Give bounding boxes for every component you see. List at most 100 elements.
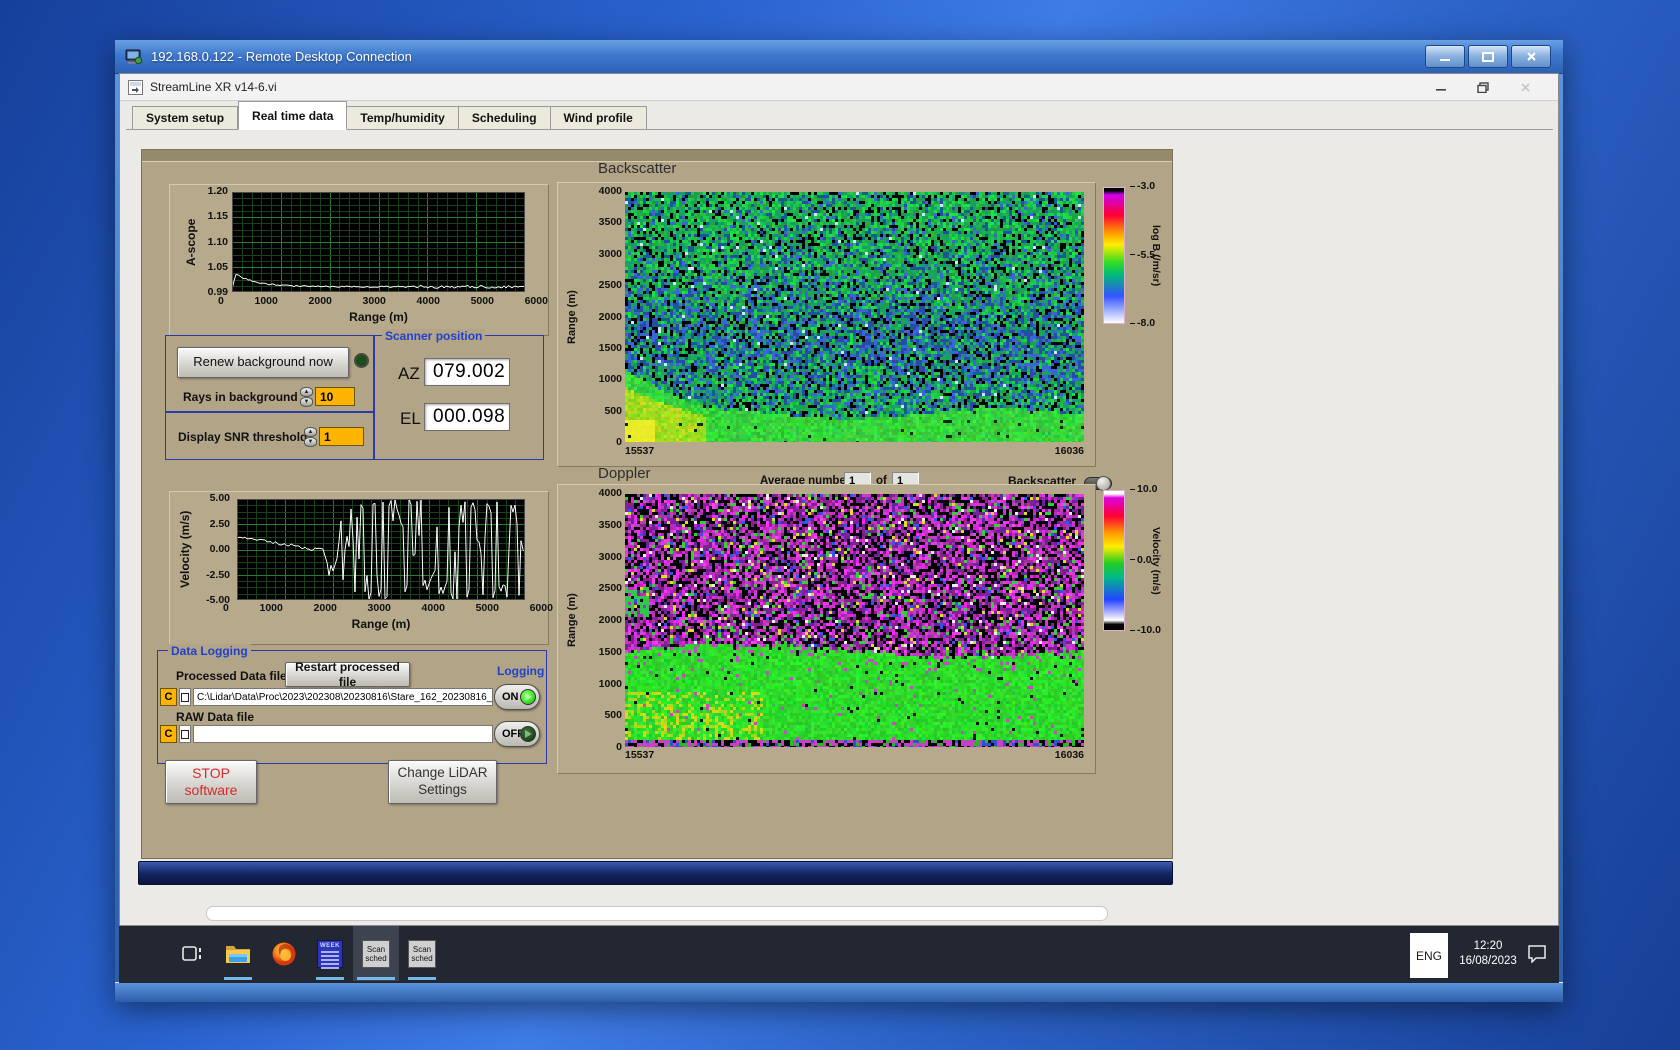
ascope-x-axis-label: Range (m)	[349, 310, 408, 324]
raw-path-browse-button[interactable]	[179, 725, 191, 743]
renew-background-button[interactable]: Renew background now	[177, 347, 349, 378]
processed-data-file-label: Processed Data file	[176, 669, 287, 683]
labview-vi-icon	[128, 79, 143, 95]
app-window-title: StreamLine XR v14-6.vi	[150, 80, 277, 94]
tick-label: 0	[218, 295, 224, 307]
scan-scheduler-2-icon: Scan sched	[408, 939, 436, 968]
stop-software-button[interactable]: STOP software	[165, 760, 257, 804]
velocity-y-ticks: 5.00 2.50 0.00 -2.50 -5.00	[192, 493, 230, 606]
task-view-button[interactable]	[169, 926, 215, 981]
language-indicator[interactable]: ENG	[1410, 933, 1448, 978]
processed-path-type-button[interactable]: C	[160, 688, 177, 706]
app-titlebar[interactable]: StreamLine XR v14-6.vi	[120, 74, 1558, 101]
raw-path-type-button[interactable]: C	[160, 725, 177, 743]
stop-label-line1: STOP	[192, 764, 230, 781]
tick-label: 0	[223, 602, 229, 614]
snr-value-field[interactable]: 1	[319, 427, 364, 446]
tick-label: 1.20	[207, 185, 228, 197]
backscatter-section-title: Backscatter	[598, 160, 677, 177]
running-indicator	[408, 977, 436, 980]
week-schedule-button[interactable]: WEEK	[307, 926, 353, 981]
tick-label: 4000	[416, 295, 440, 307]
rdp-minimize-button[interactable]	[1425, 45, 1465, 68]
snr-spinner[interactable]: ▲ ▼	[304, 427, 317, 447]
raw-logging-off-button[interactable]: OFF	[494, 721, 540, 747]
rdp-titlebar[interactable]: 192.168.0.122 - Remote Desktop Connectio…	[115, 40, 1563, 74]
change-lidar-settings-button[interactable]: Change LiDAR Settings	[388, 760, 497, 804]
rays-spinner[interactable]: ▲ ▼	[300, 387, 313, 407]
tick-label: 0.00	[209, 543, 230, 555]
tab-scheduling[interactable]: Scheduling	[458, 106, 551, 130]
change-settings-line2: Settings	[418, 782, 467, 797]
scan-scheduler-button[interactable]: Scan sched	[353, 926, 399, 981]
tab-label: Wind profile	[563, 111, 633, 125]
raw-path-field[interactable]	[193, 725, 493, 743]
doppler-colorbar	[1103, 490, 1125, 631]
tick-label: 15537	[625, 445, 655, 457]
tick-label: 1500	[598, 341, 622, 354]
tick-label: 5000	[475, 602, 499, 614]
tab-real-time-data[interactable]: Real time data	[238, 101, 348, 130]
tick-label: 0	[616, 741, 622, 753]
tick-label: 500	[604, 404, 622, 417]
action-center-icon	[1528, 945, 1546, 964]
raw-data-file-label: RAW Data file	[176, 710, 255, 724]
data-logging-title: Data Logging	[168, 644, 251, 658]
processed-path-field[interactable]: C:\Lidar\Data\Proc\2023\202308\20230816\…	[193, 688, 493, 706]
rdp-window: 192.168.0.122 - Remote Desktop Connectio…	[115, 40, 1563, 1002]
desktop: 192.168.0.122 - Remote Desktop Connectio…	[0, 0, 1680, 1050]
snr-value: 1	[324, 429, 331, 444]
app-window: StreamLine XR v14-6.vi System setup Real…	[119, 73, 1559, 926]
scan-icon-line1: Scan	[412, 944, 432, 954]
tick-label: 1000	[598, 677, 622, 690]
file-explorer-button[interactable]	[215, 926, 261, 981]
az-label: AZ	[398, 364, 420, 383]
app-close-button[interactable]	[1510, 78, 1540, 96]
restart-processed-file-button[interactable]: Restart processed file	[285, 660, 410, 689]
tick-label: 500	[604, 709, 622, 722]
scan-icon-line1: Scan	[366, 944, 386, 954]
tick-label: 2500	[598, 582, 622, 595]
scan-scheduler-2-button[interactable]: Scan sched	[399, 926, 445, 981]
tab-wind-profile[interactable]: Wind profile	[550, 106, 647, 130]
rdp-maximize-button[interactable]	[1468, 45, 1508, 68]
el-label: EL	[400, 409, 421, 428]
tick-label: 4000	[421, 602, 445, 614]
scan-icon-line2: sched	[365, 953, 387, 963]
taskbar-clock[interactable]: 12:20 16/08/2023	[1453, 939, 1523, 969]
action-center-button[interactable]	[1527, 944, 1547, 968]
logging-on-led	[520, 689, 536, 705]
backscatter-colorbar	[1103, 187, 1125, 324]
processed-logging-on-button[interactable]: ON	[494, 684, 540, 710]
running-indicator	[357, 977, 395, 980]
clock-date: 16/08/2023	[1459, 955, 1517, 967]
rdp-close-button[interactable]	[1511, 45, 1551, 68]
firefox-button[interactable]	[261, 926, 307, 981]
doppler-y-ticks: 4000 3500 3000 2500 2000 1500 1000 500 0	[588, 488, 622, 753]
tick-label: 1.05	[207, 260, 228, 273]
tick-label: 4000	[598, 185, 622, 197]
tab-temp-humidity[interactable]: Temp/humidity	[347, 106, 459, 130]
tab-label: Scheduling	[471, 111, 537, 125]
ascope-plot-canvas	[232, 192, 525, 292]
task-view-icon	[182, 945, 201, 961]
app-restore-button[interactable]	[1468, 78, 1498, 96]
tick-label: 2.50	[209, 517, 230, 530]
horizontal-scrollbar[interactable]	[206, 906, 1108, 921]
rays-in-background-label: Rays in background	[183, 390, 298, 404]
tab-system-setup[interactable]: System setup	[132, 106, 239, 130]
tick-label: 2000	[313, 602, 337, 614]
rays-value: 10	[320, 389, 334, 404]
tick-label: 3000	[367, 602, 391, 614]
rdp-window-title: 192.168.0.122 - Remote Desktop Connectio…	[151, 49, 412, 64]
tick-label: 3500	[598, 518, 622, 531]
drive-letter: C	[164, 691, 173, 703]
app-minimize-button[interactable]	[1426, 78, 1456, 96]
doppler-y-axis-label: Range (m)	[566, 593, 578, 648]
tick-label: 5.00	[209, 492, 230, 504]
remote-desktop: StreamLine XR v14-6.vi System setup Real…	[119, 73, 1559, 983]
tick-label: 16036	[1054, 749, 1084, 761]
logging-label: Logging	[497, 664, 545, 678]
processed-path-browse-button[interactable]	[179, 688, 191, 706]
rays-value-field[interactable]: 10	[315, 387, 355, 406]
